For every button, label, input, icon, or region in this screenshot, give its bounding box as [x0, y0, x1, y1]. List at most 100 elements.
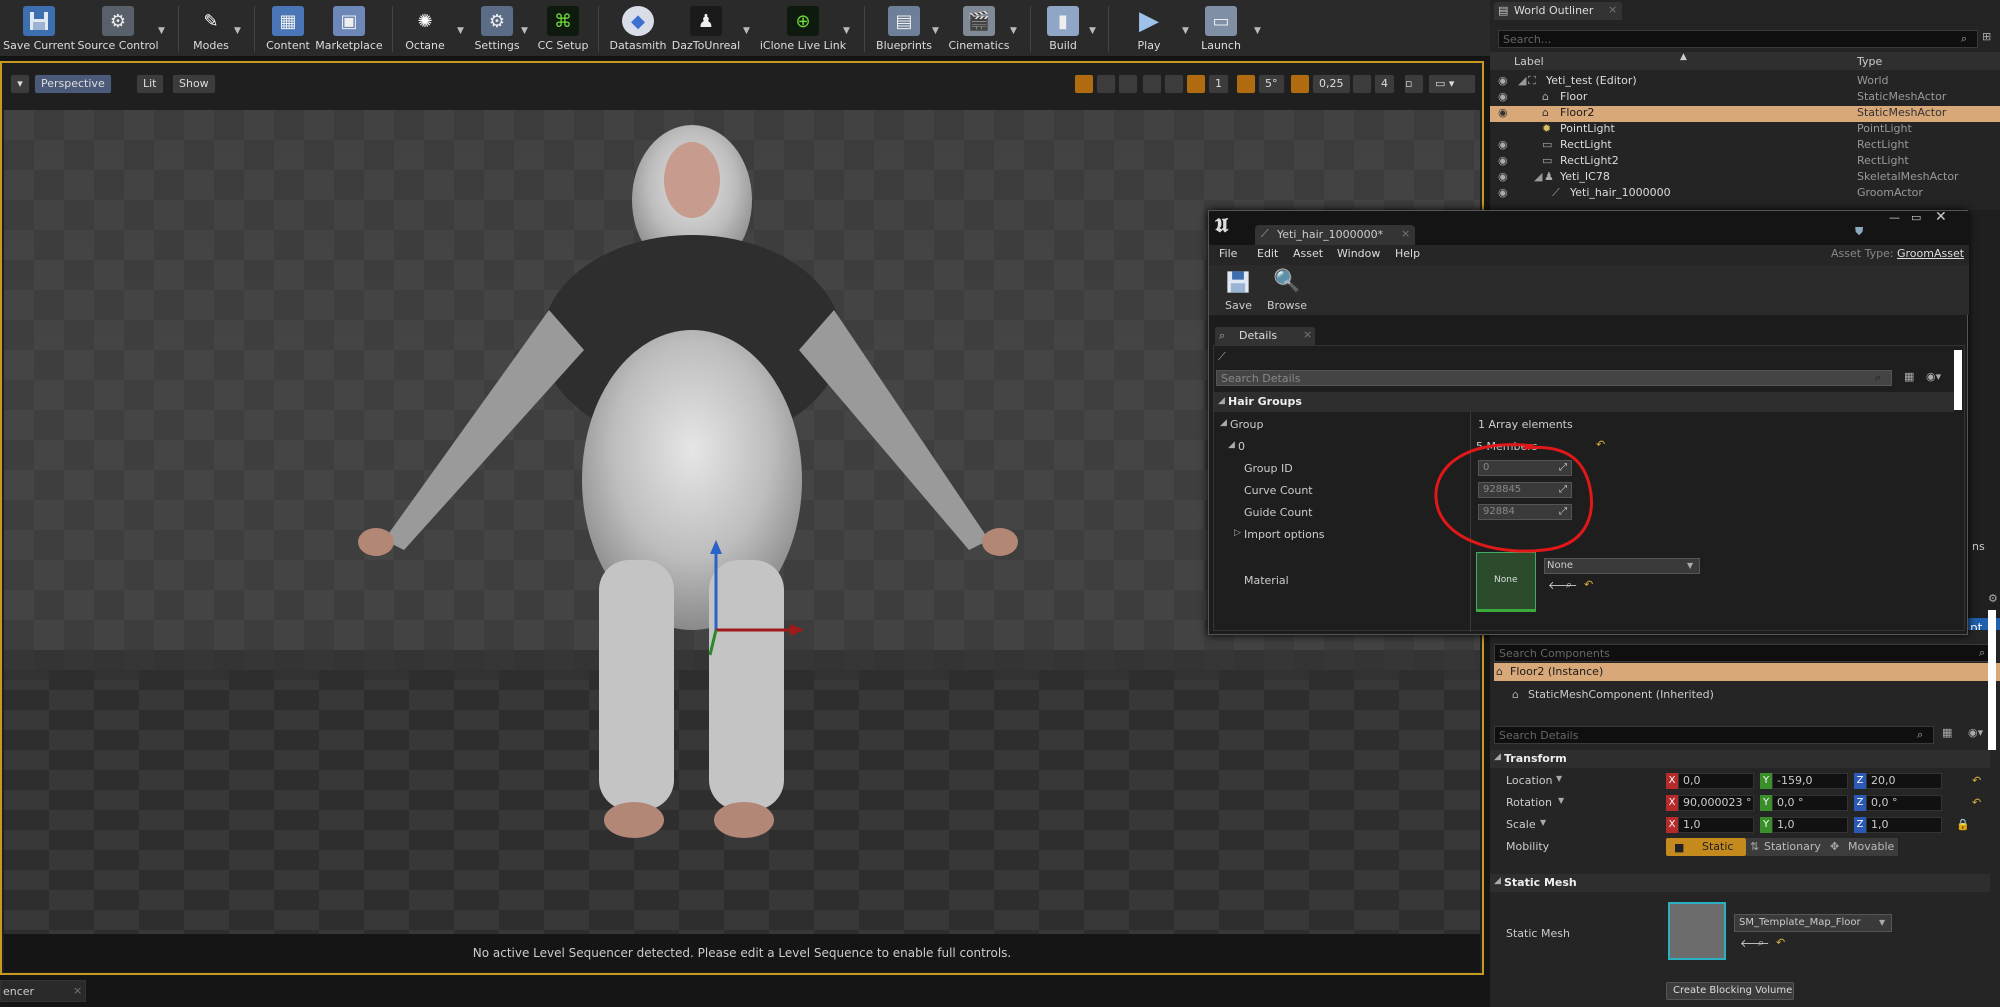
collapse-arrow-icon[interactable]: ◢ — [1220, 418, 1227, 428]
asset-tab[interactable]: ⟋ Yeti_hair_1000000* × — [1255, 225, 1415, 245]
scale-snap-value[interactable]: 0,25 — [1312, 74, 1351, 94]
grid-view-icon[interactable]: ▦ — [1904, 370, 1914, 383]
scale-snap-icon[interactable] — [1290, 74, 1310, 94]
grid-snap-icon[interactable] — [1186, 74, 1206, 94]
minimize-icon[interactable]: — — [1889, 211, 1900, 224]
chevron-down-icon[interactable]: ▼ — [932, 26, 939, 36]
reset-icon[interactable]: ↶ — [1972, 796, 1981, 809]
chevron-down-icon[interactable]: ▼ — [234, 26, 241, 36]
outliner-search-input[interactable]: Search... ⌕ — [1498, 30, 1978, 48]
chevron-down-icon[interactable]: ▼ — [743, 26, 750, 36]
location-x-input[interactable]: 0,0 — [1678, 773, 1754, 789]
col-type[interactable]: Type — [1857, 55, 1882, 68]
outliner-row[interactable]: ◉ ▭ RectLight RectLight — [1490, 138, 2000, 154]
modes-button[interactable]: ✎ Modes — [188, 4, 234, 54]
outliner-row[interactable]: ✹ PointLight PointLight — [1490, 122, 2000, 138]
marketplace-button[interactable]: ▣ Marketplace — [315, 4, 383, 54]
viewport-options-button[interactable]: ▾ — [10, 74, 30, 94]
menu-edit[interactable]: Edit — [1257, 247, 1278, 260]
surface-snap-icon[interactable] — [1164, 74, 1184, 94]
outliner-row[interactable]: ◉ ▭ RectLight2 RectLight — [1490, 154, 2000, 170]
use-selected-icon[interactable]: 🡐 — [1740, 936, 1770, 950]
settings-icon[interactable]: ⚙ — [1988, 592, 1998, 605]
scrollbar[interactable] — [1988, 610, 1996, 750]
col-label[interactable]: Label — [1514, 55, 1544, 68]
eye-icon[interactable]: ◉▾ — [1926, 370, 1941, 383]
cinematics-button[interactable]: 🎬 Cinematics — [948, 4, 1010, 54]
outliner-row[interactable]: ◉ ⌂ Floor StaticMeshActor — [1490, 90, 2000, 106]
chevron-down-icon[interactable]: ▼ — [1089, 26, 1096, 36]
menu-asset[interactable]: Asset — [1293, 247, 1323, 260]
lock-icon[interactable]: 🔒 — [1956, 818, 1970, 831]
camera-speed-value[interactable]: 4 — [1374, 74, 1395, 94]
grid-view-icon[interactable]: ▦ — [1942, 726, 1952, 739]
rotation-y-input[interactable]: 0,0 ° — [1772, 795, 1848, 811]
instance-row[interactable]: ⌂ Floor2 (Instance) — [1494, 663, 2000, 681]
show-button[interactable]: Show — [172, 74, 216, 94]
scale-z-input[interactable]: 1,0 — [1866, 817, 1942, 833]
component-label[interactable]: StaticMeshComponent (Inherited) — [1528, 688, 1714, 701]
octane-button[interactable]: ✺ Octane — [402, 4, 448, 54]
add-actor-icon[interactable]: ⊞ — [1982, 30, 1991, 43]
details-search-input[interactable]: Search Details ⌕ — [1494, 726, 1934, 744]
use-selected-icon[interactable]: 🡐 — [1548, 578, 1578, 592]
content-button[interactable]: ▦ Content — [265, 4, 311, 54]
reset-icon[interactable]: ↶ — [1776, 936, 1785, 949]
asset-save-button[interactable]: Save — [1219, 269, 1259, 313]
eye-icon[interactable]: ◉ — [1498, 106, 1508, 119]
maximize-icon[interactable]: ▭ — [1911, 211, 1921, 224]
rotation-x-input[interactable]: 90,000023 ° — [1678, 795, 1754, 811]
chevron-down-icon[interactable]: ▼ — [521, 26, 528, 36]
groom-search-input[interactable]: Search Details ⌕ — [1216, 370, 1892, 386]
rotation-z-input[interactable]: 0,0 ° — [1866, 795, 1942, 811]
play-button[interactable]: ▶ Play — [1126, 4, 1172, 54]
reset-icon[interactable]: ↶ — [1972, 774, 1981, 787]
close-window-icon[interactable]: ✕ — [1935, 209, 1947, 225]
static-mesh-section-header[interactable]: ◢ Static Mesh — [1490, 874, 1990, 892]
details-tab[interactable]: ⌕ Details × — [1215, 327, 1315, 345]
close-icon[interactable]: × — [73, 984, 82, 997]
lock-selection-icon[interactable]: ⟋ — [1218, 350, 1226, 364]
outliner-row[interactable]: ◉ ⟋ Yeti_hair_1000000 GroomActor — [1490, 186, 2000, 202]
expand-arrow-icon[interactable]: ◢ — [1534, 170, 1542, 183]
collapse-arrow-icon[interactable]: ◢ — [1228, 440, 1235, 450]
blueprints-button[interactable]: ▤ Blueprints — [874, 4, 934, 54]
chevron-down-icon[interactable]: ▼ — [158, 26, 165, 36]
world-local-icon[interactable] — [1142, 74, 1162, 94]
chevron-down-icon[interactable]: ▼ — [1010, 26, 1017, 36]
browse-icon[interactable]: ⌕ — [1758, 936, 1764, 950]
scrollbar[interactable] — [1954, 350, 1962, 410]
eye-icon[interactable]: ◉ — [1498, 170, 1508, 183]
chevron-down-icon[interactable]: ▼ — [457, 26, 464, 36]
import-options-label[interactable]: Import options — [1244, 528, 1325, 541]
world-outliner-tab[interactable]: ▤ World Outliner × — [1494, 2, 1622, 20]
rotation-snap-icon[interactable] — [1236, 74, 1256, 94]
chevron-down-icon[interactable]: ▼ — [1182, 26, 1189, 36]
settings-button[interactable]: ⚙ Settings — [474, 4, 520, 54]
eye-icon[interactable]: ◉ — [1498, 74, 1508, 87]
menu-window[interactable]: Window — [1337, 247, 1380, 260]
eye-icon[interactable]: ◉ — [1498, 90, 1508, 103]
outliner-row[interactable]: ◉ ◢ ⛶ Yeti_test (Editor) World — [1490, 74, 2000, 90]
location-z-input[interactable]: 20,0 — [1866, 773, 1942, 789]
transform-mode-icon[interactable] — [1074, 74, 1094, 94]
launch-button[interactable]: ▭ Launch — [1198, 4, 1244, 54]
camera-speed-icon[interactable] — [1352, 74, 1372, 94]
grid-snap-value[interactable]: 1 — [1208, 74, 1229, 94]
mobility-static-button[interactable]: ■ Static — [1666, 838, 1746, 856]
save-current-button[interactable]: Save Current — [3, 4, 75, 54]
rotation-snap-value[interactable]: 5° — [1258, 74, 1285, 94]
cc-setup-button[interactable]: ⌘ CC Setup — [538, 4, 588, 54]
create-blocking-volume-button[interactable]: Create Blocking Volume — [1666, 982, 1794, 1000]
scale-mode-icon[interactable] — [1118, 74, 1138, 94]
menu-help[interactable]: Help — [1395, 247, 1420, 260]
close-icon[interactable]: × — [1401, 227, 1410, 240]
title-bar[interactable]: 𝖀 ⟋ Yeti_hair_1000000* × ⛊ — ▭ ✕ — [1209, 209, 1969, 245]
close-icon[interactable]: × — [1608, 3, 1617, 16]
perspective-button[interactable]: Perspective — [34, 74, 112, 94]
chevron-down-icon[interactable]: ▼ — [1254, 26, 1261, 36]
menu-file[interactable]: File — [1219, 247, 1237, 260]
outliner-row-selected[interactable]: ◉ ⌂ Floor2 StaticMeshActor — [1490, 106, 2000, 122]
close-icon[interactable]: × — [1303, 328, 1312, 341]
eye-icon[interactable]: ◉ — [1498, 186, 1508, 199]
